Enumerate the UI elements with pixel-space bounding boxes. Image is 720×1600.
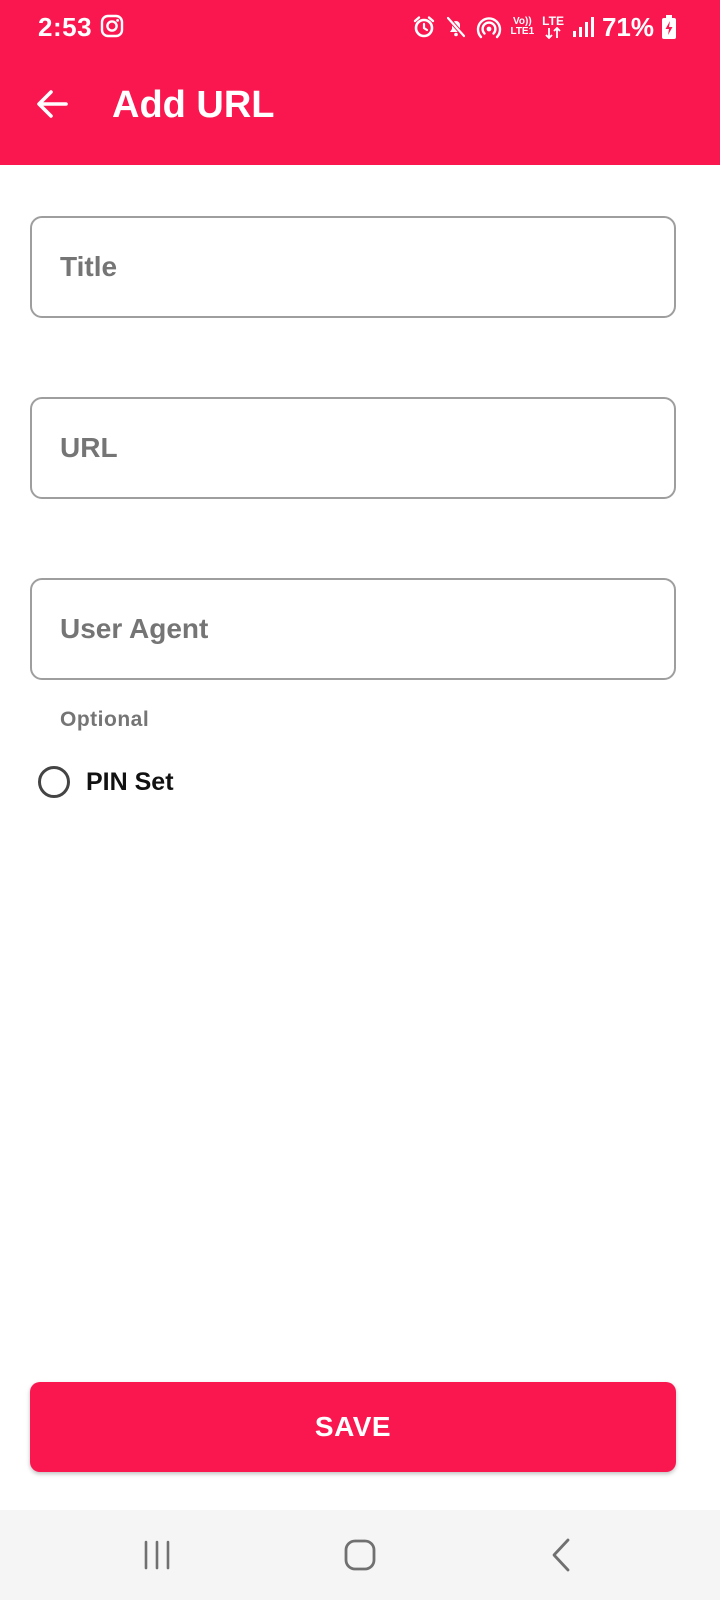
pin-set-label[interactable]: PIN Set xyxy=(86,768,174,797)
instagram-icon xyxy=(100,14,124,38)
pin-set-radio[interactable]: PIN Set xyxy=(38,762,174,802)
app-bar: 2:53 Vo)) LTE1 LTE 71% Add URL xyxy=(0,0,720,165)
lte-data-icon: LTE xyxy=(542,15,564,39)
volte-icon: Vo)) LTE1 xyxy=(510,17,534,37)
back-icon[interactable] xyxy=(537,1530,587,1580)
volte-bottom-label: LTE1 xyxy=(510,26,535,37)
mute-icon xyxy=(446,16,466,38)
arrow-back-icon[interactable] xyxy=(34,86,70,122)
alarm-icon xyxy=(414,16,435,38)
page-title: Add URL xyxy=(112,84,275,126)
home-icon[interactable] xyxy=(335,1530,385,1580)
status-icons: Vo)) LTE1 LTE 71% xyxy=(412,12,676,42)
url-input[interactable] xyxy=(32,399,674,497)
status-bar: 2:53 Vo)) LTE1 LTE 71% xyxy=(0,0,720,54)
battery-charging-icon xyxy=(662,15,676,39)
battery-percent: 71% xyxy=(601,11,654,42)
signal-icon xyxy=(572,17,594,37)
title-field xyxy=(30,216,676,318)
user-agent-field xyxy=(30,578,676,680)
user-agent-input[interactable] xyxy=(32,580,674,678)
recent-apps-icon[interactable] xyxy=(132,1530,182,1580)
title-input[interactable] xyxy=(32,218,674,316)
user-agent-helper-text: Optional xyxy=(60,708,150,731)
hotspot-icon xyxy=(477,17,502,39)
radio-unchecked-icon[interactable] xyxy=(38,766,70,798)
save-button[interactable]: SAVE xyxy=(30,1382,676,1472)
lte-label: LTE xyxy=(542,14,564,28)
url-field xyxy=(30,397,676,499)
status-time: 2:53 xyxy=(38,12,93,42)
data-arrows-icon xyxy=(545,27,561,39)
system-nav-bar xyxy=(0,1510,720,1600)
